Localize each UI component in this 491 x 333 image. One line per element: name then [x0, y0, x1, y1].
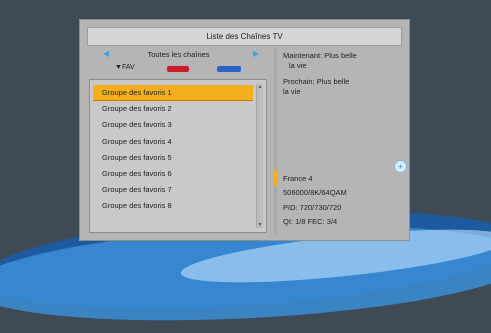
window-title: Liste des Chaînes TV [87, 27, 402, 46]
next-program: Prochain: Plus belle [283, 77, 350, 86]
quality-info: QI: 1/8 FEC: 3/4 [283, 217, 338, 226]
info-icon[interactable]: + [394, 160, 407, 173]
fav-key[interactable]: ▼FAV [115, 64, 135, 71]
group-navigator[interactable]: ◀ Toutes les chaînes ▶ [87, 48, 270, 62]
arrow-right-icon[interactable]: ▶ [253, 49, 259, 58]
now-playing-cont: la vie [289, 61, 307, 70]
color-key-bar: ▼FAV [87, 64, 270, 76]
list-item[interactable]: Groupe des favoris 2 [93, 101, 253, 117]
channel-list-window: Liste des Chaînes TV ◀ Toutes les chaîne… [79, 19, 410, 241]
list-item[interactable]: Groupe des favoris 7 [93, 182, 253, 198]
next-program-cont: la vie [283, 87, 301, 96]
blue-key[interactable] [217, 66, 241, 72]
fav-key-label: FAV [121, 64, 135, 71]
scroll-down-icon[interactable]: ▼ [257, 222, 263, 228]
group-nav-label: Toutes les chaînes [147, 50, 210, 59]
now-playing: Maintenant: Plus belle [283, 51, 357, 60]
pane-divider [274, 48, 277, 235]
list-item[interactable]: Groupe des favoris 6 [93, 166, 253, 182]
pane-scroll-thumb[interactable] [273, 170, 278, 186]
list-scrollbar[interactable]: ▲ ▼ [256, 84, 263, 228]
list-item[interactable]: Groupe des favoris 4 [93, 134, 253, 150]
channel-name: France 4 [283, 174, 313, 183]
list-item[interactable]: Groupe des favoris 3 [93, 117, 253, 133]
frequency-info: 506000/8K/64QAM [283, 188, 347, 197]
scroll-up-icon[interactable]: ▲ [257, 84, 263, 90]
list-item[interactable]: Groupe des favoris 1 [93, 85, 253, 102]
channel-info-pane: Maintenant: Plus belle la vie Prochain: … [283, 48, 407, 235]
channel-group-pane: ◀ Toutes les chaînes ▶ ▼FAV Groupe des f… [87, 48, 270, 235]
favorites-list: Groupe des favoris 1 Groupe des favoris … [89, 79, 267, 233]
list-item[interactable]: Groupe des favoris 8 [93, 198, 253, 214]
red-key[interactable] [167, 66, 189, 72]
list-item[interactable]: Groupe des favoris 5 [93, 150, 253, 166]
pid-info: PID: 720/730/720 [283, 203, 342, 212]
